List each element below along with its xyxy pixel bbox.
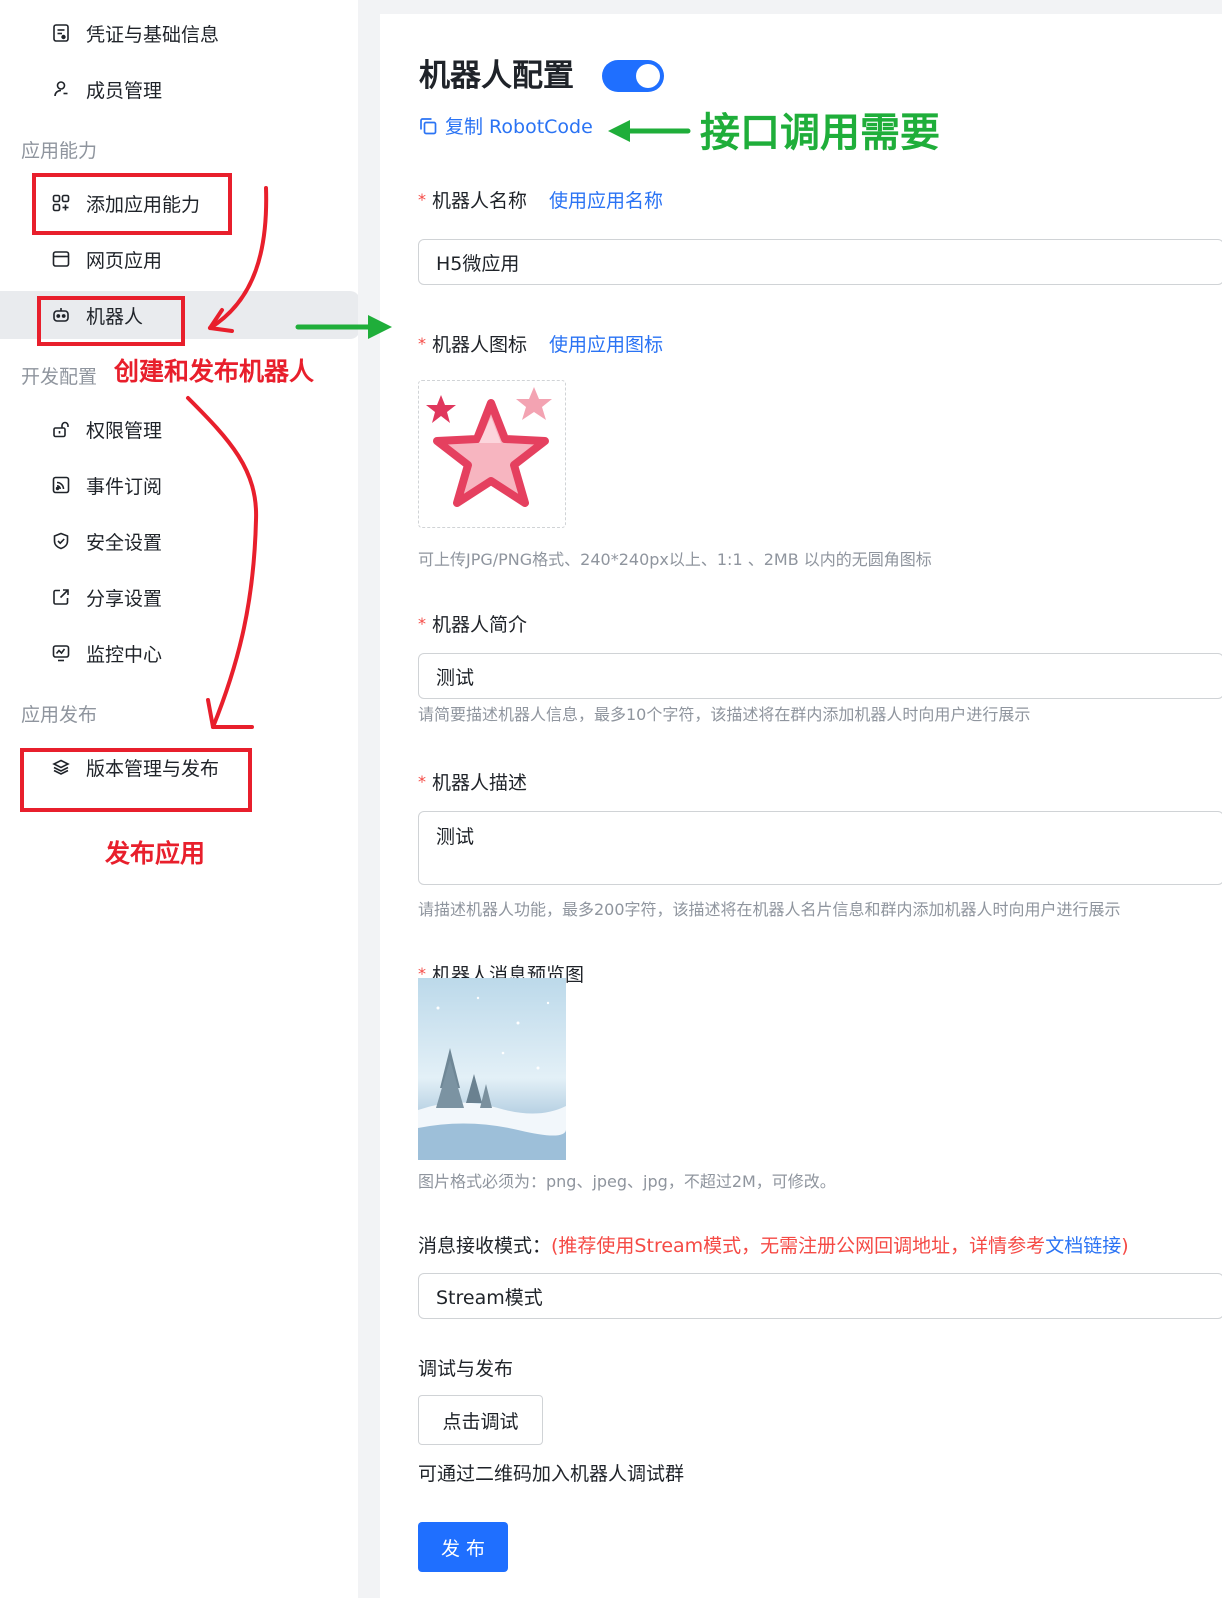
annotation-arrows bbox=[186, 120, 691, 729]
